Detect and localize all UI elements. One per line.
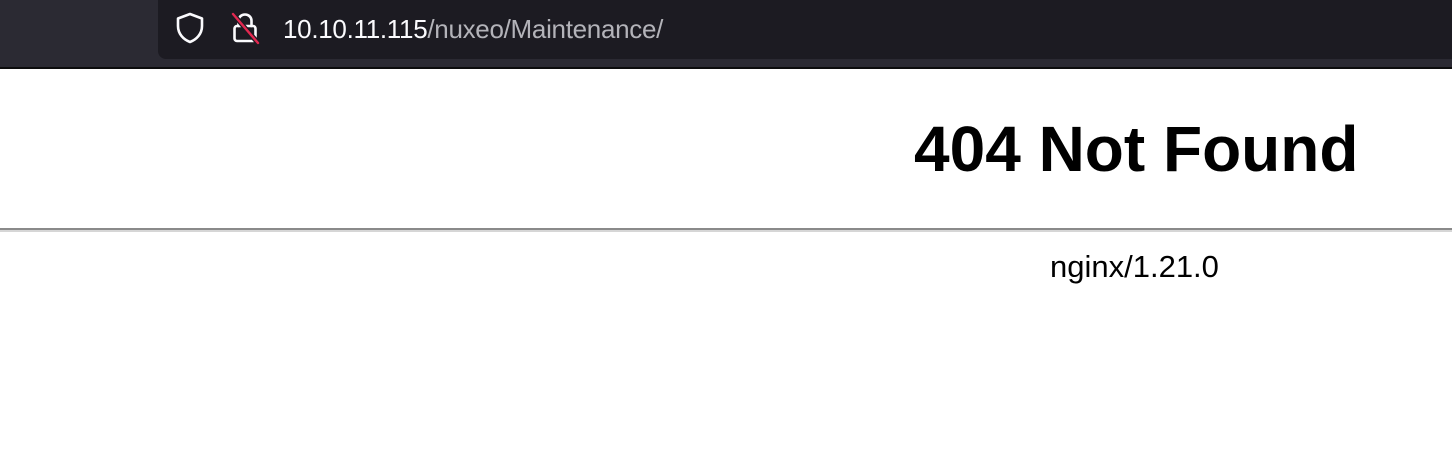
browser-toolbar: 10.10.11.115/nuxeo/Maintenance/ <box>0 0 1452 69</box>
url-path: /nuxeo/Maintenance/ <box>427 14 664 44</box>
url-text[interactable]: 10.10.11.115/nuxeo/Maintenance/ <box>283 13 663 45</box>
url-host: 10.10.11.115 <box>283 14 428 44</box>
address-bar[interactable]: 10.10.11.115/nuxeo/Maintenance/ <box>158 0 1452 59</box>
shield-icon[interactable] <box>172 10 208 46</box>
page-content: 404 Not Found nginx/1.21.0 <box>0 69 1452 472</box>
insecure-lock-icon[interactable] <box>227 10 263 46</box>
server-signature: nginx/1.21.0 <box>1050 249 1219 284</box>
error-heading: 404 Not Found <box>914 113 1359 185</box>
horizontal-rule <box>0 228 1452 232</box>
